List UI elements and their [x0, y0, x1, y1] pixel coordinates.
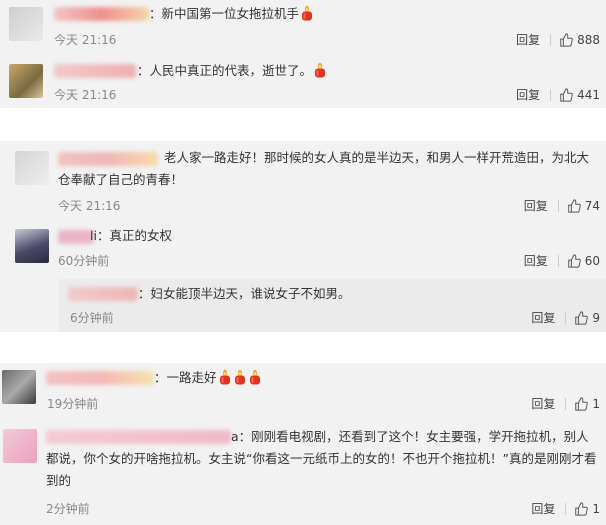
- username[interactable]: [58, 230, 94, 244]
- timestamp: 6分钟前: [70, 311, 114, 325]
- comment-item: li：真正的女权 60分钟前 回复 60: [0, 225, 606, 275]
- avatar[interactable]: [9, 7, 43, 41]
- username[interactable]: [68, 287, 138, 301]
- comment-text: ：一路走好: [154, 367, 262, 389]
- divider: [557, 254, 559, 267]
- divider: [557, 199, 559, 212]
- candle-icon: [300, 5, 314, 21]
- reply-button[interactable]: 回复: [516, 31, 540, 48]
- comment-text: ：妇女能顶半边天，谁说女子不如男。: [138, 286, 351, 301]
- reply-button[interactable]: 回复: [531, 395, 555, 412]
- comment-card: ：一路走好 19分钟前 回复 1 a：刚刚看电视剧，还看到了这个！女主要强，学开…: [0, 363, 606, 525]
- comment-text: a：刚刚看电视剧，还看到了这个！女主要强，学开拖拉机，别人都说，你个女的开啥拖拉…: [46, 429, 597, 488]
- reply-button[interactable]: 回复: [516, 86, 540, 103]
- avatar[interactable]: [9, 64, 43, 98]
- thumbs-up-icon[interactable]: [559, 33, 573, 47]
- reply-button[interactable]: 回复: [531, 309, 555, 326]
- thumbs-up-icon[interactable]: [567, 254, 581, 268]
- divider: [565, 311, 567, 324]
- comment-actions: 回复 1: [531, 500, 600, 517]
- like-count: 60: [584, 253, 600, 268]
- like-count: 441: [577, 87, 600, 102]
- divider: [550, 33, 552, 46]
- thumbs-up-icon[interactable]: [559, 88, 573, 102]
- candle-icon: [233, 369, 247, 385]
- comment-actions: 回复 74: [524, 197, 600, 214]
- comment-text: li：真正的女权: [90, 228, 172, 243]
- reply-button[interactable]: 回复: [524, 252, 548, 269]
- timestamp: 今天 21:16: [54, 88, 117, 102]
- divider: [550, 88, 552, 101]
- avatar[interactable]: [2, 370, 36, 404]
- candle-icon: [218, 369, 232, 385]
- like-count: 1: [592, 501, 600, 516]
- comment-text: ：新中国第一位女拖拉机手: [149, 3, 314, 25]
- comment-item: ：人民中真正的代表，逝世了。 今天 21:16 回复 441: [0, 58, 606, 108]
- avatar[interactable]: [15, 151, 49, 185]
- comment-card: ：新中国第一位女拖拉机手 今天 21:16 回复 888 ：人民中真正的代表，逝…: [0, 0, 606, 108]
- thumbs-up-icon[interactable]: [574, 502, 588, 516]
- timestamp: 2分钟前: [46, 502, 90, 516]
- candle-icon: [313, 62, 327, 78]
- username[interactable]: [54, 7, 149, 21]
- nested-reply: ：妇女能顶半边天，谁说女子不如男。 6分钟前 回复 9: [59, 279, 606, 332]
- comment-text: 老人家一路走好！那时候的女人真的是半边天，和男人一样开荒造田，为北大仓奉献了自己…: [58, 150, 590, 187]
- comment-card: 老人家一路走好！那时候的女人真的是半边天，和男人一样开荒造田，为北大仓奉献了自己…: [0, 141, 606, 332]
- comment-actions: 回复 9: [531, 309, 600, 326]
- comment-item: ：新中国第一位女拖拉机手 今天 21:16 回复 888: [0, 0, 606, 54]
- comment-item: ：一路走好 19分钟前 回复 1: [0, 363, 606, 417]
- divider: [565, 502, 567, 515]
- reply-button[interactable]: 回复: [524, 197, 548, 214]
- like-count: 74: [584, 198, 600, 213]
- avatar[interactable]: [3, 429, 37, 463]
- candle-icon: [248, 369, 262, 385]
- like-count: 888: [577, 32, 600, 47]
- like-count: 1: [592, 396, 600, 411]
- thumbs-up-icon[interactable]: [574, 311, 588, 325]
- timestamp: 今天 21:16: [54, 33, 117, 47]
- comment-item: 老人家一路走好！那时候的女人真的是半边天，和男人一样开荒造田，为北大仓奉献了自己…: [0, 141, 606, 221]
- timestamp: 19分钟前: [47, 397, 99, 411]
- username[interactable]: [54, 64, 136, 78]
- thumbs-up-icon[interactable]: [567, 199, 581, 213]
- comment-item: a：刚刚看电视剧，还看到了这个！女主要强，学开拖拉机，别人都说，你个女的开啥拖拉…: [0, 421, 606, 525]
- reply-button[interactable]: 回复: [531, 500, 555, 517]
- username[interactable]: [46, 371, 154, 385]
- comment-actions: 回复 441: [516, 86, 600, 103]
- thumbs-up-icon[interactable]: [574, 397, 588, 411]
- comment-text: ：人民中真正的代表，逝世了。: [137, 60, 327, 82]
- comment-actions: 回复 1: [531, 395, 600, 412]
- timestamp: 60分钟前: [58, 254, 110, 268]
- avatar[interactable]: [15, 229, 49, 263]
- divider: [565, 397, 567, 410]
- like-count: 9: [592, 310, 600, 325]
- username-suffix[interactable]: li: [90, 228, 97, 243]
- comment-actions: 回复 60: [524, 252, 600, 269]
- comment-actions: 回复 888: [516, 31, 600, 48]
- timestamp: 今天 21:16: [58, 199, 121, 213]
